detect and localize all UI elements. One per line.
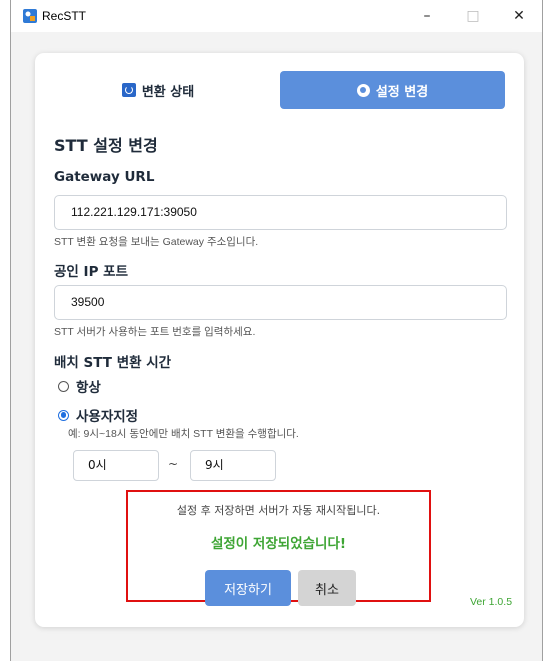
save-section: 설정 후 저장하면 서버가 자동 재시작됩니다. 설정이 저장되었습니다! 저장…	[126, 490, 431, 606]
maximize-button[interactable]: □	[450, 0, 496, 32]
batch-time-label: 배치 STT 변환 시간	[54, 355, 172, 371]
version-label: Ver 1.0.5	[470, 596, 513, 608]
port-label: 공인 IP 포트	[54, 264, 128, 280]
app-window: RecSTT – □ ✕ 변환 상태 설정 변경 STT 설정 변경 Gatew…	[10, 0, 543, 661]
radio-custom-label: 사용자지정	[76, 409, 139, 425]
success-message: 설정이 저장되었습니다!	[210, 536, 347, 552]
custom-time-help-text: 예: 9시~18시 동안에만 배치 STT 변환을 수행합니다.	[68, 428, 299, 440]
radio-always[interactable]: 항상	[58, 376, 101, 396]
hour-separator: ~	[168, 457, 179, 471]
cancel-button[interactable]: 취소	[298, 570, 356, 606]
save-button[interactable]: 저장하기	[205, 570, 291, 606]
end-hour-select[interactable]: 9시	[190, 450, 276, 481]
title-bar[interactable]: RecSTT – □ ✕	[11, 0, 542, 32]
gateway-url-input[interactable]: 112.221.129.171:39050	[54, 195, 507, 230]
port-help-text: STT 서버가 사용하는 포트 번호를 입력하세요.	[54, 326, 256, 338]
gear-icon	[356, 83, 370, 97]
radio-custom-circle[interactable]	[58, 409, 69, 421]
close-button[interactable]: ✕	[496, 0, 542, 32]
tab-status-label: 변환 상태	[141, 84, 195, 100]
radio-always-circle[interactable]	[58, 380, 69, 392]
tab-settings[interactable]: 설정 변경	[280, 71, 505, 109]
page-title: STT 설정 변경	[54, 136, 158, 155]
tab-status[interactable]: 변환 상태	[54, 71, 262, 109]
tab-settings-label: 설정 변경	[375, 84, 429, 100]
gateway-help-text: STT 변환 요청을 보내는 Gateway 주소입니다.	[54, 236, 259, 248]
radio-always-label: 항상	[76, 380, 101, 396]
minimize-button[interactable]: –	[404, 0, 450, 32]
gateway-label: Gateway URL	[54, 169, 155, 185]
start-hour-select[interactable]: 0시	[73, 450, 159, 481]
port-input[interactable]: 39500	[54, 285, 507, 320]
restart-notice: 설정 후 저장하면 서버가 자동 재시작됩니다.	[176, 504, 381, 517]
sync-icon	[121, 83, 136, 97]
settings-card: 변환 상태 설정 변경 STT 설정 변경 Gateway URL 112.22…	[35, 53, 524, 627]
app-logo-icon	[23, 9, 37, 23]
radio-custom[interactable]: 사용자지정	[58, 405, 138, 425]
window-title: RecSTT	[42, 9, 87, 23]
